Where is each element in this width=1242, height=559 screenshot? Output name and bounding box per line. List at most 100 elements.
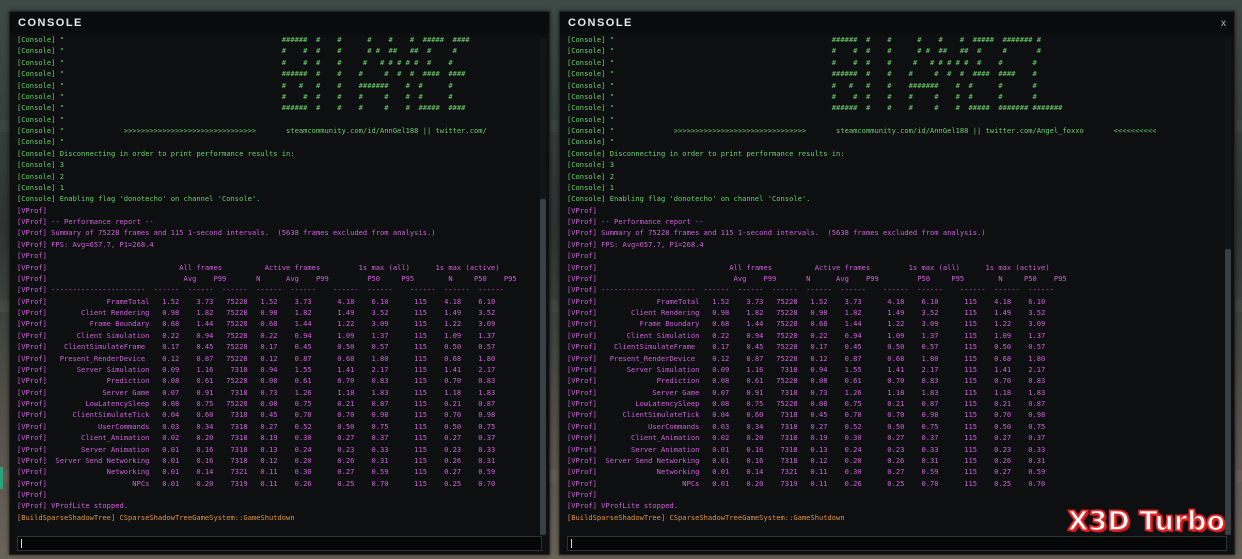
log-line: [VProf] Summary of 75228 frames and 115 … [17, 228, 436, 238]
log-line: [VProf] Prediction 0.08 0.61 75228 0.08 … [567, 376, 1046, 386]
log-line: [VProf] LowLatencySleep 0.08 0.75 75228 … [17, 399, 496, 408]
log-line: [VProf] ClientSimulateFrame 0.17 0.45 75… [17, 342, 496, 352]
log-line: [VProf] Networking 0.01 0.14 7321 0.11 0… [17, 467, 496, 477]
log-line: [Console] 1 [567, 182, 614, 192]
log-line: [VProf] ClientSimulateTick 0.04 0.60 731… [17, 410, 496, 420]
log-line: [VProf] Server Animation 0.01 0.16 7318 … [567, 444, 1046, 454]
log-line: [Console] " # # # # ####### # # # # [567, 80, 1037, 90]
log-line: [VProf] FPS: Avg=657.7, P1=268.4 [17, 239, 154, 249]
log-line: [VProf] Present_RenderDevice 0.12 0.87 7… [17, 353, 496, 363]
log-line: [VProf] FPS: Avg=657.7, P1=268.4 [567, 239, 704, 249]
log-line: [Console] Enabling flag 'donotecho' on c… [17, 194, 261, 204]
log-line: [VProf] ---------------------- ------ --… [17, 285, 504, 295]
window-title: CONSOLE [568, 17, 633, 29]
scrollbar-thumb[interactable] [540, 199, 546, 535]
log-line: [Console] " # # # # ####### # # # [17, 80, 453, 90]
log-line: [VProf] Client_Animation 0.02 0.20 7318 … [17, 433, 496, 443]
log-line: [Console] 1 [17, 182, 64, 192]
log-line: [VProf] Server Simulation 0.09 1.16 7318… [567, 364, 1046, 374]
log-line: [VProf] Server Game 0.07 0.91 7318 0.73 … [17, 387, 496, 397]
log-line: [VProf] [17, 490, 47, 499]
log-line: [VProf] NPCs 0.01 0.20 7319 0.11 0.26 0.… [567, 478, 1046, 488]
log-line: [VProf] [567, 205, 597, 215]
log-line: [VProf] Client Rendering 0.98 1.82 75228… [17, 308, 496, 317]
log-line: [VProf] ClientSimulateFrame 0.17 0.45 75… [567, 342, 1046, 352]
log-line: [VProf] Avg P99 N Avg P99 P50 P95 N P50 … [17, 273, 517, 283]
watermark-label: X3D Turbo [1067, 505, 1226, 538]
log-line: [VProf] [17, 205, 47, 215]
log-line: [Console] " ###### # # # # # ##### #####… [567, 35, 1042, 44]
log-line: [VProf] Client Rendering 0.98 1.82 75228… [567, 308, 1046, 317]
log-line: [VProf] Server Send Networking 0.01 0.16… [567, 455, 1046, 465]
log-line: [VProf] Present_RenderDevice 0.12 0.87 7… [567, 353, 1046, 363]
log-line: [VProf] Client_Animation 0.02 0.20 7318 … [567, 433, 1046, 443]
scrollbar-thumb[interactable] [1225, 249, 1231, 535]
command-input[interactable] [567, 536, 1227, 551]
log-line: [Console] " [17, 114, 64, 124]
log-line: [Console] " ###### # # # # # # #### #### [17, 69, 466, 79]
console-log: [Console] " ###### # # # # # ##### #####… [567, 34, 1220, 537]
log-line: [VProf] [567, 490, 597, 499]
log-line: [Console] " [567, 114, 614, 124]
log-line: [Console] " # # # # # # # # # # # # [17, 57, 453, 67]
log-line: [VProf] FrameTotal 1.52 3.73 75228 1.52 … [17, 296, 496, 306]
log-line: [VProf] NPCs 0.01 0.20 7319 0.11 0.26 0.… [17, 478, 496, 488]
log-line: [VProf] [567, 251, 597, 261]
log-line: [VProf] -- Performance report -- [17, 217, 154, 226]
command-input[interactable] [17, 536, 542, 551]
log-line: [Console] " ###### # # # # # ##### #####… [567, 103, 1063, 113]
log-line: [Console] " # # # # # # ## ## # # [17, 46, 457, 56]
log-line: [Console] 2 [567, 171, 614, 181]
log-line: [Console] 3 [17, 160, 64, 170]
log-line: [VProf] UserCommands 0.03 0.34 7318 0.27… [567, 421, 1046, 431]
log-line: [VProf] ---------------------- ------ --… [567, 285, 1054, 295]
log-line: [VProf] Frame Boundary 0.68 1.44 75228 0… [567, 319, 1046, 329]
console-window-left: CONSOLE [Console] " ###### # # # # # ###… [9, 11, 550, 555]
log-line: [VProf] All frames Active frames 1s max … [567, 262, 1050, 272]
log-line: [Console] " # # # # # # # # # [17, 91, 453, 101]
log-line: [VProf] Summary of 75228 frames and 115 … [567, 228, 986, 238]
log-line: [VProf] Server Simulation 0.09 1.16 7318… [17, 364, 496, 374]
title-bar[interactable]: CONSOLE x [560, 12, 1234, 34]
log-line: [VProf] VProfLite stopped. [17, 501, 129, 511]
log-line: [VProf] [17, 251, 47, 261]
log-line: [Console] " # # # # # # # # # # [567, 91, 1037, 101]
console-log: [Console] " ###### # # # # # ##### #### [… [17, 34, 535, 537]
log-line: [Console] " >>>>>>>>>>>>>>>>>>>>>>>>>>>>… [567, 126, 1157, 135]
close-icon[interactable]: x [1221, 18, 1226, 29]
log-line: [Console] 3 [567, 160, 614, 170]
log-line: [VProf] Networking 0.01 0.14 7321 0.11 0… [567, 467, 1046, 477]
window-title: CONSOLE [18, 17, 83, 29]
log-line: [VProf] UserCommands 0.03 0.34 7318 0.27… [17, 421, 496, 431]
scrollbar[interactable] [1225, 39, 1231, 535]
log-line: [Console] " # # # # # # # # # # # # # [567, 57, 1037, 67]
log-line: [Console] " ###### # # # # # ##### #### [17, 35, 470, 44]
log-line: [Console] Enabling flag 'donotecho' on c… [567, 194, 811, 204]
log-line: [Console] " [17, 137, 64, 147]
console-window-right: CONSOLE x [Console] " ###### # # # # # #… [559, 11, 1235, 555]
log-line: [BuildSparseShadowTree] CSparseShadowTre… [17, 512, 295, 522]
log-line: [Console] " ###### # # # # # # #### ####… [567, 69, 1037, 79]
accent-marker [0, 467, 3, 489]
log-line: [VProf] Avg P99 N Avg P99 P50 P95 N P50 … [567, 273, 1067, 283]
scrollbar[interactable] [540, 39, 546, 535]
log-line: [VProf] Server Animation 0.01 0.16 7318 … [17, 444, 496, 454]
log-line: [VProf] Prediction 0.08 0.61 75228 0.08 … [17, 376, 496, 386]
log-line: [VProf] Client Simulation 0.22 0.94 7522… [567, 330, 1046, 340]
log-line: [VProf] -- Performance report -- [567, 217, 704, 226]
log-line: [Console] Disconnecting in order to prin… [17, 148, 295, 158]
log-line: [VProf] Client Simulation 0.22 0.94 7522… [17, 330, 496, 340]
log-line: [Console] " [567, 137, 614, 147]
log-line: [VProf] Server Send Networking 0.01 0.16… [17, 455, 496, 465]
text-caret-icon [21, 539, 22, 548]
log-line: [Console] " # # # # # # ## ## # # # [567, 46, 1042, 56]
log-line: [VProf] LowLatencySleep 0.08 0.75 75228 … [567, 399, 1046, 408]
log-line: [VProf] FrameTotal 1.52 3.73 75228 1.52 … [567, 296, 1046, 306]
log-line: [Console] 2 [17, 171, 64, 181]
text-caret-icon [571, 539, 572, 548]
log-line: [VProf] Server Game 0.07 0.91 7318 0.73 … [567, 387, 1046, 397]
title-bar[interactable]: CONSOLE [10, 12, 549, 34]
log-line: [Console] Disconnecting in order to prin… [567, 148, 845, 158]
log-line: [VProf] All frames Active frames 1s max … [17, 262, 500, 272]
log-line: [VProf] Frame Boundary 0.68 1.44 75228 0… [17, 319, 496, 329]
